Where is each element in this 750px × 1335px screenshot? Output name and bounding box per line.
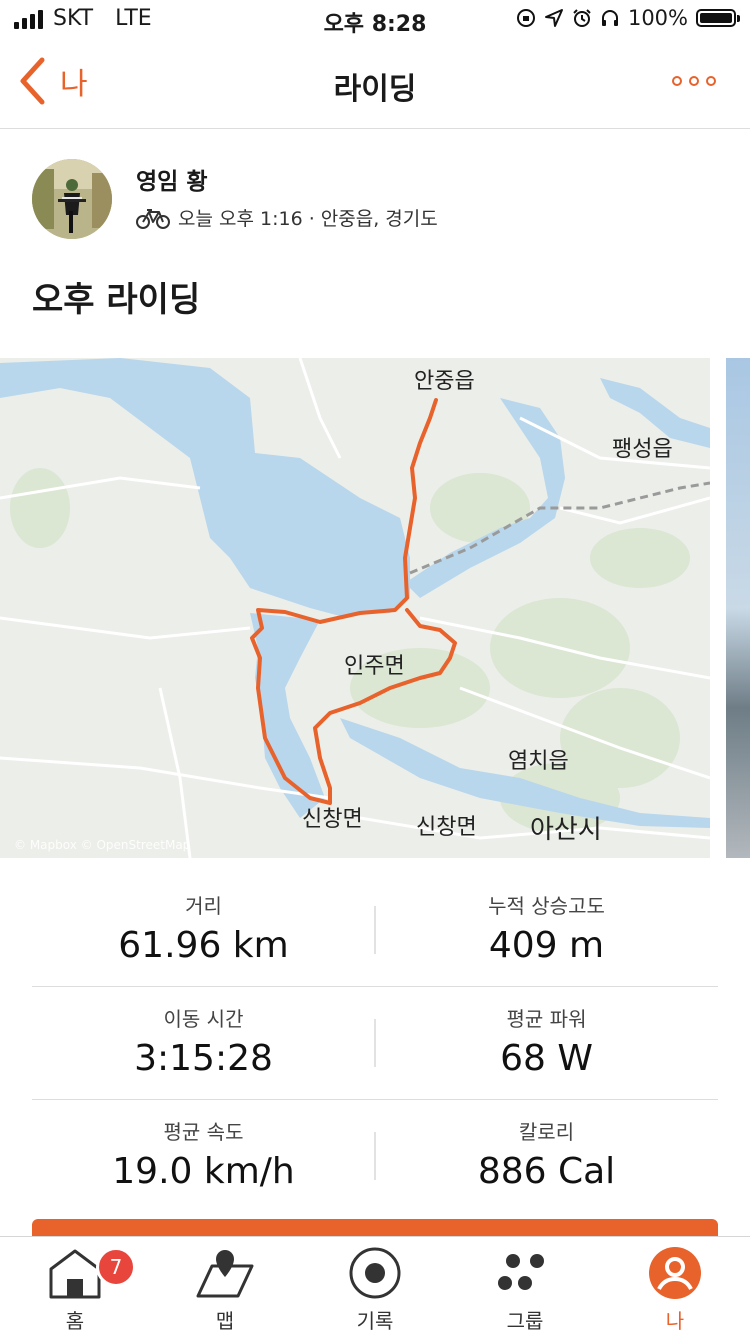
page-title: 라이딩 <box>333 72 417 107</box>
status-bar: SKT LTE 오후 8:28 100% <box>0 0 750 40</box>
stat-value: 409 m <box>488 925 605 966</box>
more-dot-icon <box>672 76 682 86</box>
map-label-anjung: 안중읍 <box>414 368 475 393</box>
map-label-asan: 아산시 <box>530 814 602 844</box>
avatar[interactable] <box>32 159 112 239</box>
stats-grid: 거리 61.96 km 누적 상승고도 409 m 이동 시간 3:15:28 … <box>32 874 718 1212</box>
tab-label: 맵 <box>215 1309 235 1333</box>
alarm-icon <box>573 9 591 27</box>
stat-label: 거리 <box>185 894 222 918</box>
activity-photo-thumbnail[interactable] <box>726 358 750 858</box>
map-attribution[interactable]: © Mapbox © OpenStreetMap <box>14 838 190 852</box>
stat-value: 886 Cal <box>477 1151 616 1192</box>
location-icon <box>544 9 563 27</box>
stat-label: 칼로리 <box>518 1120 575 1144</box>
nav-bar: 나 라이딩 <box>0 40 750 129</box>
headphones-icon <box>601 10 618 26</box>
map-label-yeomchi: 염치읍 <box>508 748 569 773</box>
more-dot-icon <box>706 76 716 86</box>
stat-avg-speed: 평균 속도 19.0 km/h <box>32 1116 375 1192</box>
stat-value: 68 W <box>500 1038 593 1079</box>
stat-distance: 거리 61.96 km <box>32 890 375 966</box>
stat-value: 61.96 km <box>118 925 289 966</box>
stat-calories: 칼로리 886 Cal <box>375 1116 718 1192</box>
tab-groups[interactable]: 그룹 <box>450 1243 600 1333</box>
map-label-inju: 인주면 <box>344 653 405 678</box>
tab-label: 그룹 <box>506 1309 544 1333</box>
tab-label: 나 <box>665 1309 685 1333</box>
more-options-button[interactable] <box>672 76 716 86</box>
stat-label: 이동 시간 <box>163 1007 244 1031</box>
stats-row: 평균 속도 19.0 km/h 칼로리 886 Cal <box>32 1100 718 1212</box>
tab-icon-wrap <box>600 1243 750 1303</box>
stat-value: 3:15:28 <box>134 1038 273 1079</box>
home-icon <box>49 1249 101 1299</box>
battery-icon <box>696 9 740 27</box>
record-icon <box>349 1247 401 1299</box>
stats-row: 이동 시간 3:15:28 평균 파워 68 W <box>32 987 718 1100</box>
tab-label: 홈 <box>65 1309 85 1333</box>
tab-bar: 7 홈 맵 기록 그룹 나 <box>0 1236 750 1335</box>
stat-value: 19.0 km/h <box>112 1151 295 1192</box>
athlete-name[interactable]: 영임 황 <box>136 162 208 196</box>
stat-label: 누적 상승고도 <box>488 894 605 918</box>
stats-row: 거리 61.96 km 누적 상승고도 409 m <box>32 874 718 987</box>
tab-icon-wrap <box>450 1243 600 1303</box>
green-area <box>590 528 690 588</box>
avatar-photo <box>32 159 112 239</box>
battery-percent: 100% <box>627 6 688 30</box>
activity-title: 오후 라이딩 <box>32 280 201 320</box>
stat-label: 평균 파워 <box>506 1007 587 1031</box>
tab-icon-wrap <box>300 1243 450 1303</box>
map-canvas: 안중읍 팽성읍 인주면 염치읍 신창면 신창면 아산시 <box>0 358 710 858</box>
green-area <box>10 468 70 548</box>
tab-icon-wrap <box>150 1243 300 1303</box>
tab-label: 기록 <box>356 1309 394 1333</box>
tab-record[interactable]: 기록 <box>300 1243 450 1333</box>
tab-icon-wrap: 7 <box>0 1243 150 1303</box>
tab-you[interactable]: 나 <box>600 1243 750 1333</box>
status-right: 100% <box>516 6 740 30</box>
map-label-paengseong: 팽성읍 <box>612 436 673 461</box>
stat-moving-time: 이동 시간 3:15:28 <box>32 1003 375 1079</box>
route-map[interactable]: 안중읍 팽성읍 인주면 염치읍 신창면 신창면 아산시 © Mapbox © O… <box>0 358 710 858</box>
tab-maps[interactable]: 맵 <box>150 1243 300 1333</box>
stat-elevation: 누적 상승고도 409 m <box>375 890 718 966</box>
activity-meta-text: 오늘 오후 1:16 · 안중읍, 경기도 <box>178 208 438 230</box>
map-label-sinchang-b: 신창면 <box>416 814 477 839</box>
map-icon <box>196 1250 254 1298</box>
activity-meta: 오늘 오후 1:16 · 안중읍, 경기도 <box>136 204 438 231</box>
profile-icon <box>649 1247 701 1299</box>
bike-icon <box>136 208 170 229</box>
notification-badge: 7 <box>96 1247 136 1287</box>
more-dot-icon <box>689 76 699 86</box>
tab-home[interactable]: 7 홈 <box>0 1243 150 1333</box>
groups-icon <box>498 1254 544 1290</box>
stat-label: 평균 속도 <box>163 1120 244 1144</box>
map-label-sinchang-a: 신창면 <box>302 806 363 831</box>
rotation-lock-icon <box>516 9 535 27</box>
stat-avg-power: 평균 파워 68 W <box>375 1003 718 1079</box>
